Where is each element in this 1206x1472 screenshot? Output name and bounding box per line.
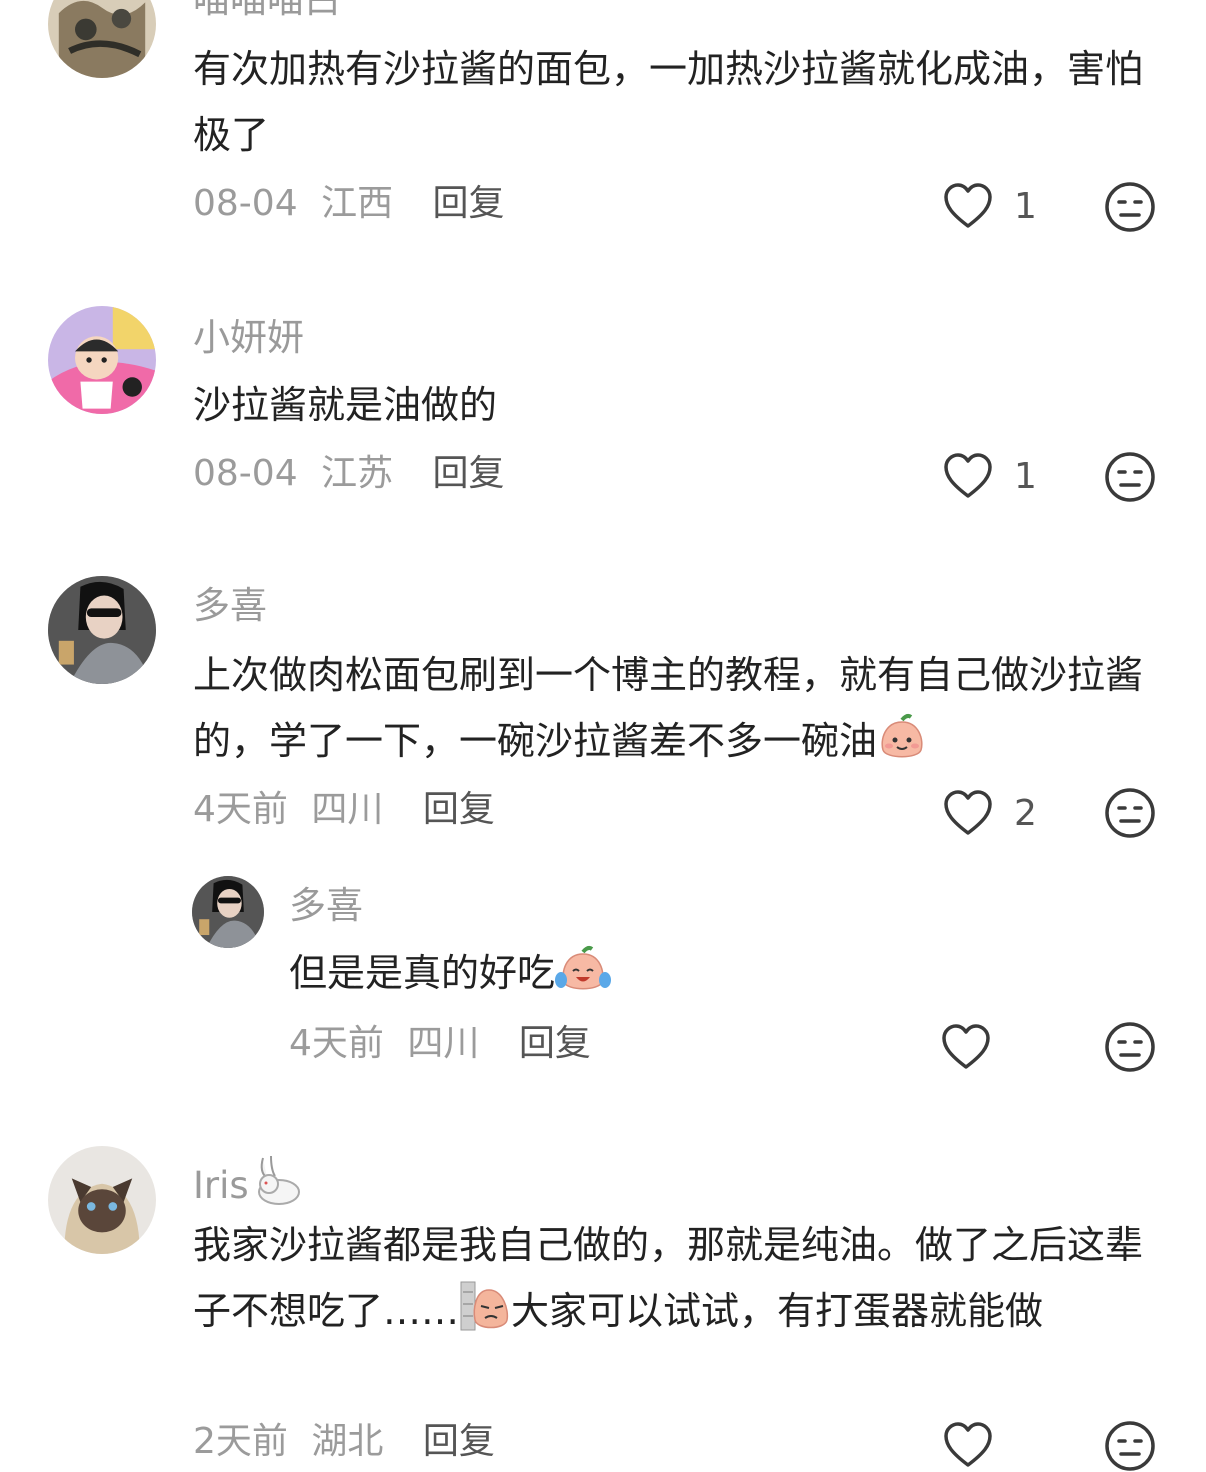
comment-location: 江苏: [321, 453, 394, 494]
like-button[interactable]: 1: [942, 181, 1037, 231]
commenter-name[interactable]: 多喜: [289, 884, 363, 928]
comment-text-content: 大家可以试试，有打蛋器就能做: [511, 1289, 1044, 1333]
comment-location: 江西: [321, 183, 394, 224]
avatar[interactable]: [192, 876, 264, 948]
peach-wall-peek-emoji: [460, 1281, 509, 1331]
commenter-name[interactable]: 多喜: [193, 584, 267, 628]
avatar[interactable]: [48, 306, 156, 414]
heart-outline-icon: [944, 453, 992, 498]
comment-date: 4天前: [193, 789, 288, 830]
heart-outline-icon: [944, 1422, 992, 1467]
like-count: 1: [1014, 185, 1037, 227]
reply-button[interactable]: 回复: [423, 789, 495, 830]
reply-meta: 4天前 四川 回复: [289, 1022, 591, 1066]
avatar[interactable]: [48, 0, 156, 78]
neutral-face-icon[interactable]: [1104, 181, 1156, 233]
comment-meta: 4天前 四川 回复: [193, 788, 495, 832]
reply-button[interactable]: 回复: [519, 1023, 591, 1064]
commenter-name[interactable]: 喵喵喵白: [193, 0, 341, 22]
comment-date: 08-04: [193, 453, 298, 494]
comment-meta: 08-04 江苏 回复: [193, 452, 505, 496]
reply-button[interactable]: 回复: [433, 183, 505, 224]
reply-button[interactable]: 回复: [433, 453, 505, 494]
commenter-name-text: Iris: [193, 1164, 249, 1207]
rabbit-emoji: [257, 1155, 300, 1205]
commenter-name[interactable]: 小妍妍: [193, 316, 304, 360]
like-count: 2: [1014, 792, 1037, 834]
comment-location: 四川: [311, 789, 384, 830]
peach-smile-emoji: [881, 714, 923, 758]
comment-text: 上次做肉松面包刷到一个博主的教程，就有自己做沙拉酱的，学了一下，一碗沙拉酱差不多…: [193, 642, 1153, 774]
comment-meta: 2天前 湖北 回复: [193, 1420, 495, 1464]
comment-meta: 08-04 江西 回复: [193, 182, 505, 226]
avatar[interactable]: [48, 1146, 156, 1254]
comment-text: 我家沙拉酱都是我自己做的，那就是纯油。做了之后这辈子不想吃了…… 大家可以试试，有…: [193, 1212, 1153, 1344]
peach-cry-laugh-emoji: [555, 946, 612, 990]
comment-date: 08-04: [193, 183, 298, 224]
like-count: 1: [1014, 455, 1037, 497]
neutral-face-icon[interactable]: [1104, 1420, 1156, 1472]
like-button[interactable]: [940, 1022, 1012, 1072]
heart-outline-icon: [944, 790, 992, 835]
reply-text-content: 但是是真的好吃: [289, 951, 556, 995]
comment-text-content: 上次做肉松面包刷到一个博主的教程，就有自己做沙拉酱的，学了一下，一碗沙拉酱差不多…: [193, 653, 1144, 763]
like-button[interactable]: [942, 1420, 994, 1470]
like-button[interactable]: 2: [942, 788, 1037, 838]
reply-text: 但是是真的好吃: [289, 940, 1206, 1006]
like-button[interactable]: 1: [942, 451, 1037, 501]
comment-text: 沙拉酱就是油做的: [193, 383, 498, 427]
comment-date: 4天前: [289, 1023, 384, 1064]
comment-text: 有次加热有沙拉酱的面包，一加热沙拉酱就化成油，害怕极了: [193, 47, 1144, 157]
comment-location: 四川: [407, 1023, 480, 1064]
neutral-face-icon[interactable]: [1104, 1021, 1156, 1073]
heart-outline-icon: [942, 1024, 990, 1069]
commenter-name[interactable]: Iris: [193, 1154, 305, 1208]
heart-outline-icon: [944, 183, 992, 228]
avatar[interactable]: [48, 576, 156, 684]
neutral-face-icon[interactable]: [1104, 787, 1156, 839]
neutral-face-icon[interactable]: [1104, 451, 1156, 503]
